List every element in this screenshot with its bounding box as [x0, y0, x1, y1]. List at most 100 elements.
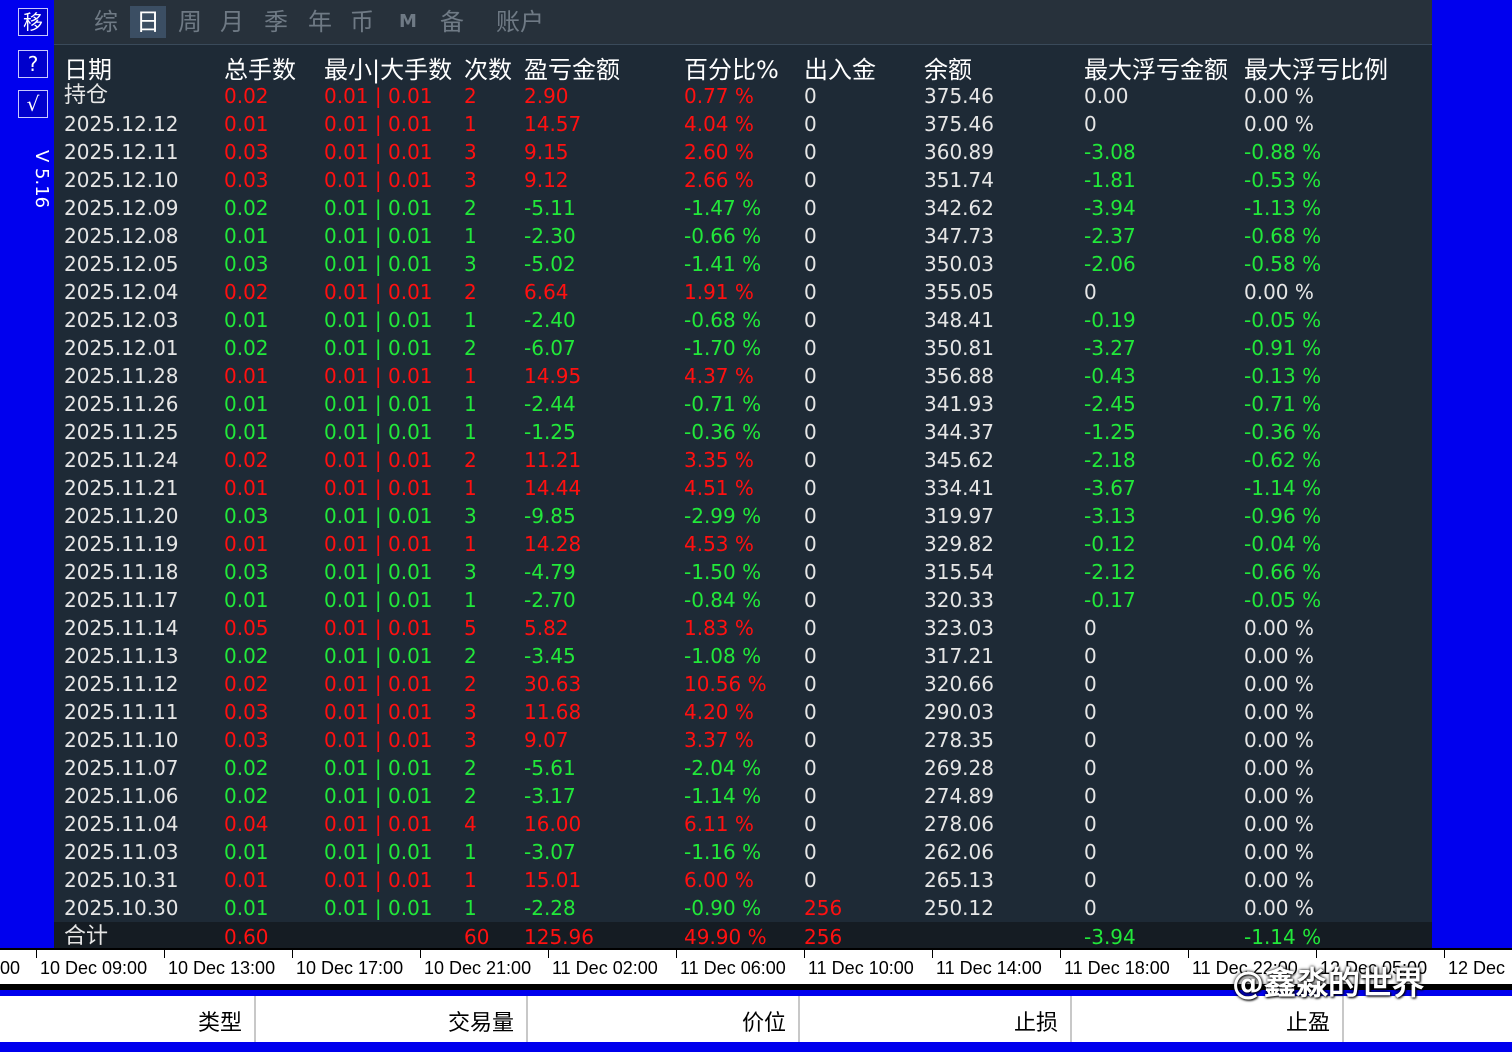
cell-minmax: 0.01 | 0.01 — [324, 756, 433, 780]
column-header-8[interactable]: 最大浮亏金额 — [1084, 50, 1228, 85]
cell-maxdd: 0 — [1084, 672, 1097, 696]
column-header-4[interactable]: 盈亏金额 — [524, 50, 620, 85]
cell-maxddpct: -1.14 % — [1244, 476, 1322, 500]
cell-balance: 320.33 — [924, 588, 994, 612]
table-row[interactable]: 2025.11.13 0.02 0.01 | 0.01 2 -3.45 -1.08 % 0 3… — [54, 642, 1432, 670]
cell-date: 2025.11.14 — [64, 616, 179, 640]
table-row[interactable]: 2025.11.18 0.03 0.01 | 0.01 3 -4.79 -1.50 % 0 3… — [54, 558, 1432, 586]
table-row[interactable]: 2025.11.24 0.02 0.01 | 0.01 2 11.21 3.35 % 0 34… — [54, 446, 1432, 474]
table-row[interactable]: 2025.11.11 0.03 0.01 | 0.01 3 11.68 4.20 % 0 29… — [54, 698, 1432, 726]
tab-2[interactable]: 周 — [172, 6, 208, 38]
table-row[interactable]: 持仓 0.02 0.01 | 0.01 2 2.90 0.77 % 0 375.46 0.00 0… — [54, 82, 1432, 110]
cell-balance: 274.89 — [924, 784, 994, 808]
cell-minmax: 0.01 | 0.01 — [324, 784, 433, 808]
tab-4[interactable]: 季 — [258, 6, 294, 38]
cell-pnl: -4.79 — [524, 560, 576, 584]
table-row[interactable]: 2025.12.05 0.03 0.01 | 0.01 3 -5.02 -1.41 % 0 3… — [54, 250, 1432, 278]
time-tick — [36, 950, 37, 958]
cell-maxdd: -3.94 — [1084, 196, 1136, 220]
cell-lots: 0.01 — [224, 532, 269, 556]
cell-maxddpct: 0.00 % — [1244, 644, 1314, 668]
cell-pnl: -2.70 — [524, 588, 576, 612]
column-header-3[interactable]: 次数 — [464, 50, 512, 85]
table-row[interactable]: 2025.11.12 0.02 0.01 | 0.01 2 30.63 10.56 % 0 3… — [54, 670, 1432, 698]
time-label: 10 Dec 17:00 — [296, 958, 404, 978]
time-label: 10 Dec 13:00 — [168, 958, 276, 978]
table-row[interactable]: 2025.12.01 0.02 0.01 | 0.01 2 -6.07 -1.70 % 0 3… — [54, 334, 1432, 362]
table-row[interactable]: 2025.11.17 0.01 0.01 | 0.01 1 -2.70 -0.84 % 0 3… — [54, 586, 1432, 614]
help-button[interactable]: ? — [18, 50, 48, 78]
table-row[interactable]: 2025.11.21 0.01 0.01 | 0.01 1 14.44 4.51 % 0 33… — [54, 474, 1432, 502]
table-row[interactable]: 2025.12.11 0.03 0.01 | 0.01 3 9.15 2.60 % 0 360… — [54, 138, 1432, 166]
column-header-9[interactable]: 最大浮亏比例 — [1244, 50, 1388, 85]
tab-7[interactable]: M — [390, 6, 426, 38]
cell-date: 2025.11.21 — [64, 476, 179, 500]
cell-lots: 0.02 — [224, 672, 269, 696]
tab-9[interactable]: 账户 — [490, 6, 550, 38]
column-header-6[interactable]: 出入金 — [804, 50, 876, 85]
cell-maxdd: -0.19 — [1084, 308, 1136, 332]
cell-balance: 347.73 — [924, 224, 994, 248]
table-row[interactable]: 2025.11.04 0.04 0.01 | 0.01 4 16.00 6.11 % 0 27… — [54, 810, 1432, 838]
cell-flow: 0 — [804, 168, 817, 192]
column-header-7[interactable]: 余额 — [924, 50, 972, 85]
table-row[interactable]: 2025.11.25 0.01 0.01 | 0.01 1 -1.25 -0.36 % 0 3… — [54, 418, 1432, 446]
cell-count: 1 — [464, 392, 477, 416]
tab-3[interactable]: 月 — [214, 6, 250, 38]
tab-5[interactable]: 年 — [302, 6, 338, 38]
table-row[interactable]: 2025.11.19 0.01 0.01 | 0.01 1 14.28 4.53 % 0 32… — [54, 530, 1432, 558]
tab-0[interactable]: 综 — [88, 6, 124, 38]
table-row[interactable]: 2025.11.06 0.02 0.01 | 0.01 2 -3.17 -1.14 % 0 2… — [54, 782, 1432, 810]
table-row[interactable]: 2025.12.03 0.01 0.01 | 0.01 1 -2.40 -0.68 % 0 3… — [54, 306, 1432, 334]
table-row[interactable]: 2025.10.31 0.01 0.01 | 0.01 1 15.01 6.00 % 0 26… — [54, 866, 1432, 894]
cell-count: 1 — [464, 112, 477, 136]
table-row[interactable]: 2025.12.12 0.01 0.01 | 0.01 1 14.57 4.04 % 0 37… — [54, 110, 1432, 138]
cell-balance: 375.46 — [924, 84, 994, 108]
tab-1[interactable]: 日 — [130, 6, 166, 38]
cell-maxddpct: -0.62 % — [1244, 448, 1322, 472]
cell-date: 2025.11.25 — [64, 420, 179, 444]
total-row: 合计 0.60 60 125.96 49.90 % 256 -3.94 -1.14 % — [54, 922, 1432, 949]
table-row[interactable]: 2025.11.03 0.01 0.01 | 0.01 1 -3.07 -1.16 % 0 2… — [54, 838, 1432, 866]
trade-header-0[interactable]: 类型 — [0, 996, 256, 1042]
cell-minmax: 0.01 | 0.01 — [324, 616, 433, 640]
check-button[interactable]: √ — [18, 90, 48, 118]
cell-date: 2025.12.09 — [64, 196, 179, 220]
trade-header-3[interactable]: 止损 — [800, 996, 1072, 1042]
cell-count: 3 — [464, 728, 477, 752]
column-header-0[interactable]: 日期 — [64, 50, 112, 85]
column-header-5[interactable]: 百分比% — [684, 50, 779, 85]
trade-header-2[interactable]: 价位 — [528, 996, 800, 1042]
column-header-1[interactable]: 总手数 — [224, 50, 296, 85]
cell-maxdd: 0 — [1084, 280, 1097, 304]
cell-lots: 0.03 — [224, 252, 269, 276]
table-row[interactable]: 2025.11.20 0.03 0.01 | 0.01 3 -9.85 -2.99 % 0 3… — [54, 502, 1432, 530]
cell-lots: 0.03 — [224, 504, 269, 528]
table-row[interactable]: 2025.11.14 0.05 0.01 | 0.01 5 5.82 1.83 % 0 323… — [54, 614, 1432, 642]
tab-6[interactable]: 币 — [344, 6, 380, 38]
table-row[interactable]: 2025.11.28 0.01 0.01 | 0.01 1 14.95 4.37 % 0 35… — [54, 362, 1432, 390]
column-header-2[interactable]: 最小|大手数 — [324, 50, 452, 85]
trade-header-1[interactable]: 交易量 — [256, 996, 528, 1042]
table-row[interactable]: 2025.12.09 0.02 0.01 | 0.01 2 -5.11 -1.47 % 0 3… — [54, 194, 1432, 222]
cell-pct: -1.08 % — [684, 644, 762, 668]
cell-maxdd: 0 — [1084, 700, 1097, 724]
table-row[interactable]: 2025.12.04 0.02 0.01 | 0.01 2 6.64 1.91 % 0 355… — [54, 278, 1432, 306]
table-row[interactable]: 2025.11.07 0.02 0.01 | 0.01 2 -5.61 -2.04 % 0 2… — [54, 754, 1432, 782]
cell-maxdd: -2.45 — [1084, 392, 1136, 416]
table-row[interactable]: 2025.12.08 0.01 0.01 | 0.01 1 -2.30 -0.66 % 0 3… — [54, 222, 1432, 250]
tab-8[interactable]: 备 — [434, 6, 470, 38]
move-button[interactable]: 移 — [18, 8, 48, 36]
cell-flow: 0 — [804, 280, 817, 304]
table-row[interactable]: 2025.10.30 0.01 0.01 | 0.01 1 -2.28 -0.90 % 25… — [54, 894, 1432, 922]
cell-balance: 360.89 — [924, 140, 994, 164]
cell-balance: 355.05 — [924, 280, 994, 304]
table-row[interactable]: 2025.11.26 0.01 0.01 | 0.01 1 -2.44 -0.71 % 0 3… — [54, 390, 1432, 418]
cell-flow: 0 — [804, 812, 817, 836]
cell-lots: 0.02 — [224, 84, 269, 108]
cell-count: 1 — [464, 588, 477, 612]
table-row[interactable]: 2025.11.10 0.03 0.01 | 0.01 3 9.07 3.37 % 0 278… — [54, 726, 1432, 754]
cell-maxddpct: 0.00 % — [1244, 728, 1314, 752]
table-row[interactable]: 2025.12.10 0.03 0.01 | 0.01 3 9.12 2.66 % 0 351… — [54, 166, 1432, 194]
cell-maxdd: -2.18 — [1084, 448, 1136, 472]
